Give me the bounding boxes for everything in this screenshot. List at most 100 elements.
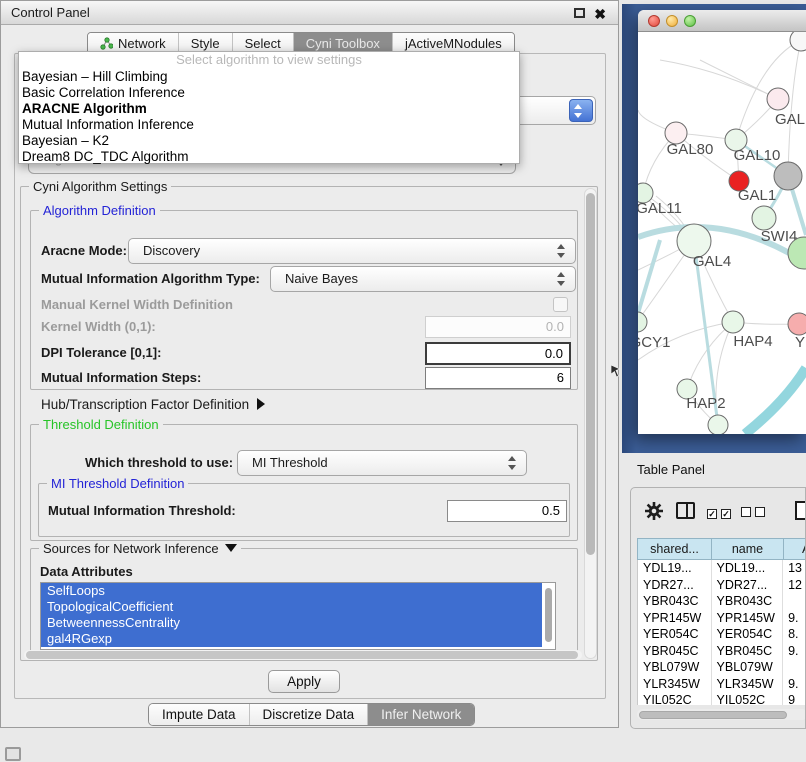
column-header-name[interactable]: name xyxy=(711,538,783,560)
dpi-tolerance-field[interactable]: 0.0 xyxy=(425,342,571,365)
table-row[interactable]: YBR045CYBR045C9. xyxy=(638,643,806,660)
table-row[interactable]: YDR27...YDR27...12 xyxy=(638,577,806,594)
table-cell[interactable]: YDL19... xyxy=(712,560,784,577)
scrollbar-thumb[interactable] xyxy=(639,711,787,719)
float-window-icon[interactable] xyxy=(574,8,585,18)
network-node[interactable] xyxy=(788,313,806,335)
table-cell[interactable]: YPR145W xyxy=(712,610,784,627)
table-row[interactable]: YDL19...YDL19...13 xyxy=(638,560,806,577)
new-table-icon[interactable] xyxy=(795,501,806,520)
settings-vertical-scrollbar[interactable] xyxy=(584,188,597,659)
network-edge[interactable] xyxy=(788,40,801,176)
collapsed-panel-icon[interactable] xyxy=(5,747,21,761)
table-cell[interactable]: 9. xyxy=(783,643,806,660)
deselect-all-icon[interactable] xyxy=(741,504,769,522)
network-window-titlebar[interactable] xyxy=(638,10,806,32)
kernel-width-field[interactable]: 0.0 xyxy=(425,316,571,338)
scrollbar-thumb[interactable] xyxy=(586,193,595,555)
table-cell[interactable]: YBR045C xyxy=(638,643,712,660)
network-edge[interactable] xyxy=(745,368,806,434)
apply-button[interactable]: Apply xyxy=(268,670,340,693)
table-cell[interactable]: YLR345W xyxy=(712,676,784,693)
table-cell[interactable]: YER054C xyxy=(712,626,784,643)
control-panel-titlebar[interactable]: Control Panel ✖ xyxy=(1,1,618,25)
algorithm-option[interactable]: ARACNE Algorithm xyxy=(19,101,519,117)
which-threshold-combobox[interactable]: MI Threshold xyxy=(237,450,527,476)
mi-steps-field[interactable]: 6 xyxy=(425,367,571,389)
sources-title[interactable]: Sources for Network Inference xyxy=(39,541,241,556)
table-cell[interactable]: YLR345W xyxy=(638,676,712,693)
table-cell[interactable] xyxy=(783,659,806,676)
column-header-shared-name[interactable]: shared... xyxy=(637,538,711,560)
table-row[interactable]: YBR043CYBR043C xyxy=(638,593,806,610)
attribute-item[interactable]: SelfLoops xyxy=(41,583,542,599)
algorithm-option[interactable]: Basic Correlation Inference xyxy=(19,85,519,101)
network-node[interactable] xyxy=(638,312,647,332)
table-cell[interactable]: YBR043C xyxy=(638,593,712,610)
close-traffic-light-icon[interactable] xyxy=(648,15,660,27)
columns-icon[interactable] xyxy=(676,502,695,519)
table-cell[interactable]: 8. xyxy=(783,626,806,643)
table-cell[interactable]: YDL19... xyxy=(638,560,712,577)
table-cell[interactable]: YBR043C xyxy=(712,593,784,610)
table-cell[interactable]: YDR27... xyxy=(712,577,784,594)
table-cell[interactable]: YER054C xyxy=(638,626,712,643)
table-cell[interactable]: 9. xyxy=(783,610,806,627)
network-canvas-svg[interactable]: GALGAL80GAL10GAL1GAL11SWI4GAL4GCY1HAP4YH… xyxy=(638,32,806,434)
network-node[interactable] xyxy=(774,162,802,190)
table-cell[interactable] xyxy=(783,593,806,610)
aracne-mode-combobox[interactable]: Discovery xyxy=(128,238,576,264)
network-node[interactable] xyxy=(767,88,789,110)
close-icon[interactable]: ✖ xyxy=(594,3,606,25)
combo-stepper-button[interactable] xyxy=(569,99,593,122)
algorithm-option[interactable]: Dream8 DC_TDC Algorithm xyxy=(19,149,519,165)
table-cell[interactable]: YPR145W xyxy=(638,610,712,627)
network-node[interactable] xyxy=(722,311,744,333)
tab-discretize-data[interactable]: Discretize Data xyxy=(250,704,369,725)
network-edge[interactable] xyxy=(700,60,778,99)
table-row[interactable]: YPR145WYPR145W9. xyxy=(638,610,806,627)
mi-threshold-field[interactable]: 0.5 xyxy=(447,500,567,522)
mi-threshold-definition-title: MI Threshold Definition xyxy=(47,476,188,491)
table-cell[interactable]: 13 xyxy=(783,560,806,577)
table-cell[interactable]: 9 xyxy=(783,692,806,705)
network-edge[interactable] xyxy=(660,60,778,99)
settings-horizontal-scrollbar[interactable] xyxy=(24,650,582,660)
data-attributes-list[interactable]: SelfLoopsTopologicalCoefficientBetweenne… xyxy=(40,582,556,650)
table-row[interactable]: YIL052CYIL052C9 xyxy=(638,692,806,705)
table-row[interactable]: YER054CYER054C8. xyxy=(638,626,806,643)
table-cell[interactable]: YBL079W xyxy=(638,659,712,676)
algorithm-option[interactable]: Mutual Information Inference xyxy=(19,117,519,133)
table-cell[interactable]: YIL052C xyxy=(638,692,712,705)
network-node[interactable] xyxy=(752,206,776,230)
select-all-icon[interactable]: ✓✓ xyxy=(707,504,735,522)
minimize-traffic-light-icon[interactable] xyxy=(666,15,678,27)
algorithm-option[interactable]: Bayesian – Hill Climbing xyxy=(19,69,519,85)
table-cell[interactable]: 9. xyxy=(783,676,806,693)
table-cell[interactable]: 12 xyxy=(783,577,806,594)
attribute-item[interactable]: gal4RGexp xyxy=(41,631,542,647)
tab-infer-network[interactable]: Infer Network xyxy=(368,704,474,725)
mi-type-combobox[interactable]: Naive Bayes xyxy=(270,266,576,292)
scrollbar-thumb[interactable] xyxy=(26,651,578,659)
list-scrollbar-thumb[interactable] xyxy=(545,588,552,642)
gear-icon[interactable] xyxy=(644,501,664,521)
column-header-partial[interactable]: A xyxy=(783,538,806,560)
table-cell[interactable]: YBL079W xyxy=(712,659,784,676)
table-horizontal-scrollbar[interactable] xyxy=(637,709,806,720)
manual-kernel-checkbox[interactable] xyxy=(553,297,568,312)
mi-threshold-label: Mutual Information Threshold: xyxy=(48,500,236,522)
table-cell[interactable]: YIL052C xyxy=(712,692,784,705)
network-node[interactable] xyxy=(708,415,728,434)
algorithm-option[interactable]: Bayesian – K2 xyxy=(19,133,519,149)
table-row[interactable]: YBL079WYBL079W xyxy=(638,659,806,676)
table-cell[interactable]: YBR045C xyxy=(712,643,784,660)
table-cell[interactable]: YDR27... xyxy=(638,577,712,594)
hub-definition-toggle[interactable]: Hub/Transcription Factor Definition xyxy=(41,397,265,412)
table-row[interactable]: YLR345WYLR345W9. xyxy=(638,676,806,693)
network-node[interactable] xyxy=(790,32,806,51)
tab-impute-data[interactable]: Impute Data xyxy=(149,704,250,725)
attribute-item[interactable]: TopologicalCoefficient xyxy=(41,599,542,615)
attribute-item[interactable]: BetweennessCentrality xyxy=(41,615,542,631)
zoom-traffic-light-icon[interactable] xyxy=(684,15,696,27)
